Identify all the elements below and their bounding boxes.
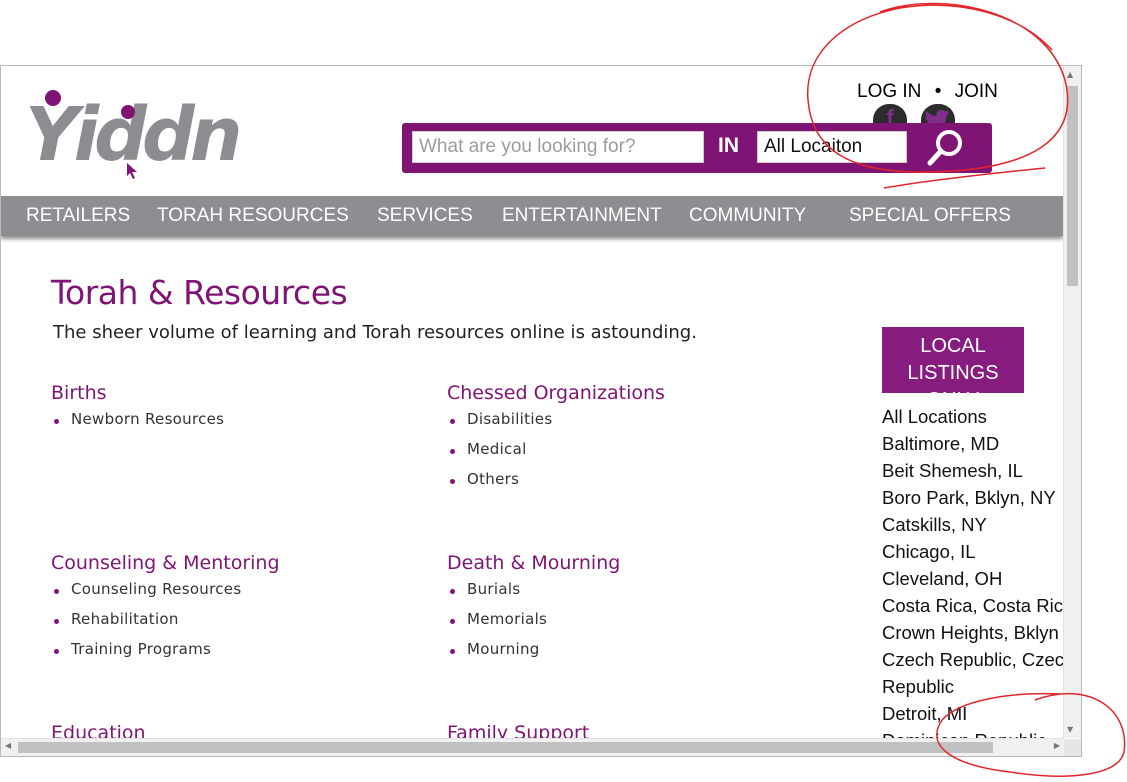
category-link[interactable]: Training Programs (51, 640, 431, 670)
in-label: IN (718, 134, 739, 157)
login-link[interactable]: LOG IN (857, 81, 921, 102)
nav-torah-resources[interactable]: TORAH RESOURCES (157, 205, 349, 227)
location-item[interactable]: Catskills, NY (882, 511, 1062, 538)
category-link[interactable]: Counseling Resources (51, 580, 431, 610)
horizontal-scrollbar[interactable]: ◀ ▶ (1, 738, 1064, 756)
auth-links: LOG IN • JOIN (853, 81, 1002, 103)
nav-services[interactable]: SERVICES (377, 205, 473, 227)
location-item[interactable]: Baltimore, MD (882, 430, 1062, 457)
nav-retailers[interactable]: RETAILERS (26, 205, 130, 227)
vertical-scroll-thumb[interactable] (1067, 86, 1078, 286)
category-link[interactable]: Disabilities (447, 410, 827, 440)
search-icon (927, 130, 962, 166)
nav-entertainment[interactable]: ENTERTAINMENT (502, 205, 662, 227)
location-item[interactable]: Beit Shemesh, IL (882, 457, 1062, 484)
category-title[interactable]: Births (51, 382, 431, 404)
category-death-mourning: Death & Mourning Burials Memorials Mourn… (447, 552, 827, 670)
location-item[interactable]: Costa Rica, Costa Rica (882, 592, 1073, 619)
category-link[interactable]: Memorials (447, 610, 827, 640)
category-link[interactable]: Burials (447, 580, 827, 610)
join-link[interactable]: JOIN (955, 81, 998, 102)
search-input[interactable] (412, 131, 704, 163)
local-listings-line1: LOCAL (920, 335, 986, 357)
category-title[interactable]: Chessed Organizations (447, 382, 827, 404)
auth-separator: • (934, 81, 942, 102)
location-item[interactable]: Boro Park, Bklyn, NY (882, 484, 1062, 511)
logo-dot-second (121, 105, 135, 119)
location-item[interactable]: Republic (882, 673, 1062, 700)
category-link[interactable]: Rehabilitation (51, 610, 431, 640)
page-intro: The sheer volume of learning and Torah r… (53, 322, 697, 343)
category-link[interactable]: Medical (447, 440, 827, 470)
category-counseling-mentoring: Counseling & Mentoring Counseling Resour… (51, 552, 431, 670)
scroll-right-icon[interactable]: ▶ (1054, 741, 1060, 750)
scroll-left-icon[interactable]: ◀ (5, 741, 11, 750)
scroll-up-icon[interactable]: ▲ (1067, 70, 1073, 79)
location-item[interactable]: Crown Heights, Bklyn (882, 619, 1062, 646)
scroll-down-icon[interactable]: ▼ (1067, 725, 1073, 734)
category-link[interactable]: Newborn Resources (51, 410, 431, 440)
scrollbar-corner (1064, 739, 1081, 756)
location-item[interactable]: Cleveland, OH (882, 565, 1062, 592)
category-title[interactable]: Counseling & Mentoring (51, 552, 431, 574)
search-button[interactable] (920, 127, 964, 169)
category-link[interactable]: Mourning (447, 640, 827, 670)
location-list: All Locations Baltimore, MD Beit Shemesh… (882, 403, 1074, 754)
category-link[interactable]: Others (447, 470, 827, 500)
local-listings-button[interactable]: LOCAL LISTINGS ONLY (882, 327, 1024, 411)
location-item[interactable]: Chicago, IL (882, 538, 1062, 565)
category-chessed-organizations: Chessed Organizations Disabilities Medic… (447, 382, 827, 500)
logo-dot (45, 90, 61, 106)
location-item[interactable]: Detroit, MI (882, 700, 1062, 727)
page-title: Torah & Resources (51, 273, 348, 312)
yiddn-logo[interactable]: Yiddn (25, 90, 243, 180)
browser-viewport: Yiddn LOG IN • JOIN f IN RETAILERS TORAH… (0, 65, 1082, 757)
location-item[interactable]: Czech Republic, Czech (882, 646, 1074, 673)
vertical-scrollbar[interactable]: ▲ ▼ (1063, 66, 1081, 738)
cursor-icon (127, 163, 137, 179)
horizontal-scroll-thumb[interactable] (18, 742, 993, 753)
location-item[interactable]: All Locations (882, 403, 1062, 430)
category-births: Births Newborn Resources (51, 382, 431, 440)
nav-special-offers[interactable]: SPECIAL OFFERS (849, 205, 1011, 227)
nav-community[interactable]: COMMUNITY (689, 205, 806, 227)
location-input[interactable] (757, 131, 907, 163)
main-nav: RETAILERS TORAH RESOURCES SERVICES ENTER… (1, 196, 1063, 236)
category-title[interactable]: Death & Mourning (447, 552, 827, 574)
search-bar: IN (402, 123, 992, 173)
